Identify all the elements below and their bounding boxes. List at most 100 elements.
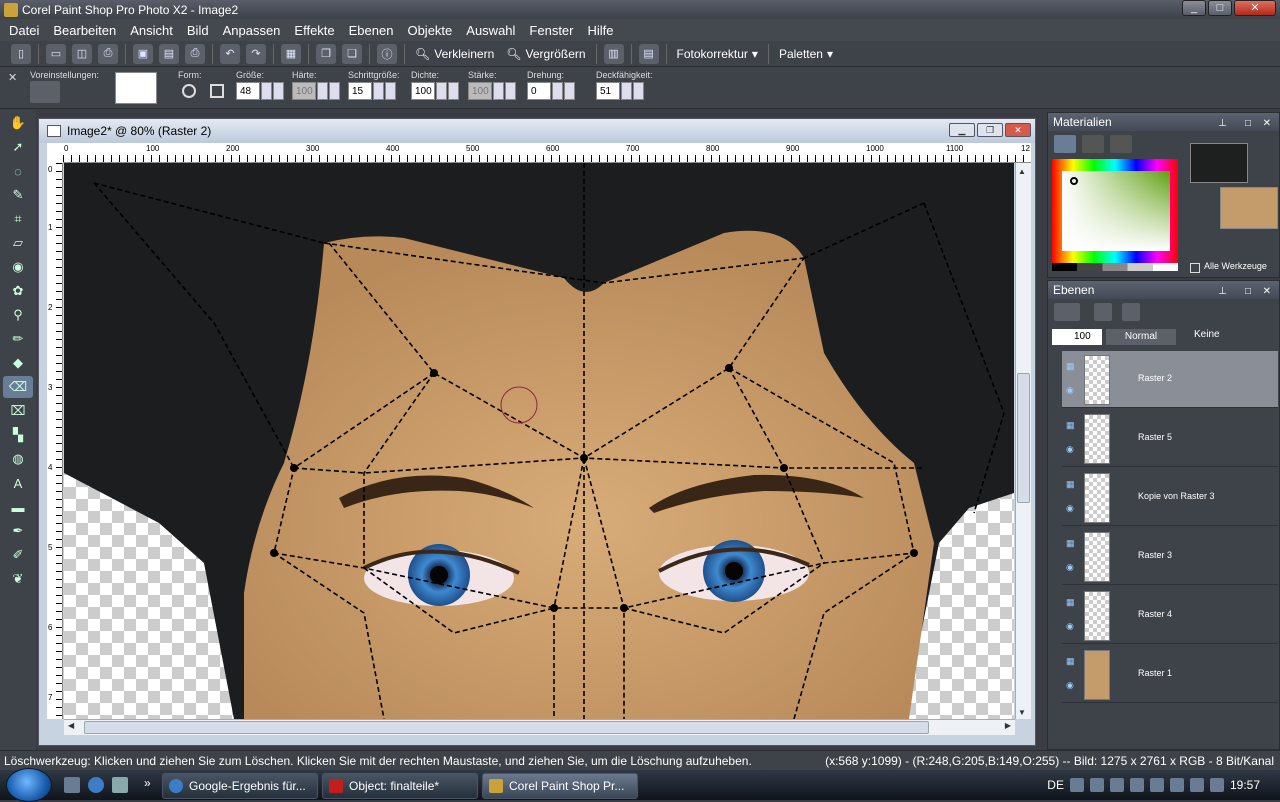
info-icon[interactable]: ⓘ: [377, 43, 397, 64]
new-file-icon[interactable]: ▯: [11, 43, 31, 64]
layer-mask-icon[interactable]: [1122, 303, 1140, 321]
layer-row[interactable]: ▦ ◉ Raster 1: [1062, 646, 1278, 703]
crop-tool-icon[interactable]: ⌗: [3, 208, 33, 230]
pin-icon[interactable]: ⊥: [1218, 115, 1227, 133]
blend-mode-dropdown[interactable]: Normal: [1106, 329, 1176, 345]
background-eraser-icon[interactable]: ⌧: [3, 400, 33, 422]
clone-tool-icon[interactable]: ⚲: [3, 304, 33, 326]
eye-icon[interactable]: ◉: [1066, 680, 1080, 690]
paint-brush-icon[interactable]: ✏: [3, 328, 33, 350]
density-spinner[interactable]: [436, 82, 447, 100]
palettes-dropdown[interactable]: Paletten ▾: [779, 47, 833, 61]
save-icon[interactable]: ▣: [133, 43, 153, 64]
taskbar-item[interactable]: Corel Paint Shop Pr...: [482, 773, 638, 799]
undo-icon[interactable]: ↶: [220, 43, 240, 64]
layer-opacity-field[interactable]: 100: [1052, 329, 1102, 345]
rotation-spinner[interactable]: [552, 82, 563, 100]
flood-fill-icon[interactable]: ▚: [3, 424, 33, 446]
image-canvas[interactable]: [64, 163, 1014, 719]
browse-icon[interactable]: ◫: [72, 43, 92, 64]
volume-icon[interactable]: [1209, 778, 1224, 792]
eye-icon[interactable]: ◉: [1066, 562, 1080, 572]
switch-windows-icon[interactable]: [112, 777, 128, 793]
menu-effekte[interactable]: Effekte: [294, 23, 334, 38]
square-shape-button[interactable]: [210, 84, 224, 98]
show-desktop-icon[interactable]: [64, 777, 80, 793]
layer-row[interactable]: ▦ ◉ Raster 2: [1062, 351, 1278, 408]
display-icon[interactable]: [1129, 778, 1144, 792]
print-icon[interactable]: ⎙: [185, 43, 205, 64]
background-swatch[interactable]: [1220, 187, 1278, 229]
eraser-preset-icon[interactable]: [30, 81, 60, 103]
menu-ansicht[interactable]: Ansicht: [130, 23, 173, 38]
new-layer-icon[interactable]: [1054, 303, 1080, 321]
menu-ebenen[interactable]: Ebenen: [349, 23, 394, 38]
lasso-tool-icon[interactable]: ◌: [3, 160, 33, 182]
battery-icon[interactable]: [1169, 778, 1184, 792]
makeover-tool-icon[interactable]: ✿: [3, 280, 33, 302]
preset-shape-icon[interactable]: ▬: [3, 496, 33, 518]
copy-icon[interactable]: ❐: [316, 43, 336, 64]
eraser-tool-icon[interactable]: ⌫: [3, 376, 33, 398]
quicklaunch-more-icon[interactable]: »: [144, 776, 151, 790]
pin-icon[interactable]: ⊥: [1218, 283, 1227, 301]
size-field[interactable]: 48: [236, 82, 260, 100]
eye-icon[interactable]: ◉: [1066, 621, 1080, 631]
clipboard-icon[interactable]: ▦: [281, 43, 301, 64]
pick-tool-icon[interactable]: ➚: [3, 136, 33, 158]
redo-icon[interactable]: ↷: [246, 43, 266, 64]
menu-objekte[interactable]: Objekte: [407, 23, 452, 38]
frame-tab-icon[interactable]: [1054, 135, 1076, 153]
menu-fenster[interactable]: Fenster: [529, 23, 573, 38]
foreground-swatch[interactable]: [1190, 143, 1248, 183]
vertical-scroll-thumb[interactable]: [1017, 373, 1030, 503]
minimize-button[interactable]: _: [1182, 0, 1206, 16]
maximize-button[interactable]: □: [1208, 0, 1232, 16]
close-icon[interactable]: ✕: [8, 71, 17, 84]
taskbar-item[interactable]: Google-Ergebnis für...: [162, 773, 318, 799]
usb-icon[interactable]: [1189, 778, 1204, 792]
layer-row[interactable]: ▦ ◉ Raster 3: [1062, 528, 1278, 585]
zoom-out-button[interactable]: 🔍︎ Verkleinern: [415, 47, 494, 61]
rotation-slider-button[interactable]: [564, 82, 575, 100]
size-slider-button[interactable]: [273, 82, 284, 100]
taskbar-item[interactable]: Object: finalteile*: [322, 773, 478, 799]
scan-icon[interactable]: ⎙: [98, 43, 118, 64]
horizontal-scroll-thumb[interactable]: [84, 721, 929, 734]
clock[interactable]: 19:57: [1230, 778, 1260, 792]
round-shape-button[interactable]: [182, 84, 196, 98]
menu-bild[interactable]: Bild: [187, 23, 209, 38]
layer-row[interactable]: ▦ ◉ Raster 5: [1062, 410, 1278, 467]
rotation-field[interactable]: 0: [527, 82, 551, 100]
window-layout-icon[interactable]: ▤: [638, 43, 659, 64]
start-button[interactable]: [6, 768, 52, 802]
opacity-field[interactable]: 51: [596, 82, 620, 100]
zoom-in-button[interactable]: 🔍︎ Vergrößern: [506, 47, 585, 61]
density-slider-button[interactable]: [448, 82, 459, 100]
opacity-spinner[interactable]: [621, 82, 632, 100]
layer-row[interactable]: ▦ ◉ Kopie von Raster 3: [1062, 469, 1278, 526]
density-field[interactable]: 100: [411, 82, 435, 100]
color-picker-marker[interactable]: [1070, 177, 1078, 185]
doc-close-button[interactable]: ✕: [1005, 123, 1031, 137]
messenger-icon[interactable]: [1109, 778, 1124, 792]
network-icon[interactable]: [1069, 778, 1084, 792]
close-button[interactable]: ✕: [1234, 0, 1276, 16]
opacity-slider-button[interactable]: [633, 82, 644, 100]
brush-tip-preview[interactable]: [115, 72, 157, 104]
color-replacer-icon[interactable]: ◍: [3, 448, 33, 470]
color-picker-square[interactable]: [1062, 171, 1170, 251]
swatches-tab-icon[interactable]: [1110, 135, 1132, 153]
delete-layer-icon[interactable]: [1094, 303, 1112, 321]
open-folder-icon[interactable]: ▭: [46, 43, 66, 64]
all-tools-checkbox[interactable]: [1190, 263, 1200, 273]
text-tool-icon[interactable]: A: [3, 472, 33, 494]
warp-brush-icon[interactable]: ✐: [3, 544, 33, 566]
screen-icon[interactable]: ▥: [603, 43, 624, 64]
dodge-tool-icon[interactable]: ◆: [3, 352, 33, 374]
eye-icon[interactable]: ◉: [1066, 503, 1080, 513]
maximize-icon[interactable]: □: [1245, 115, 1251, 133]
eye-icon[interactable]: ◉: [1066, 444, 1080, 454]
rainbow-tab-icon[interactable]: [1082, 135, 1104, 153]
step-slider-button[interactable]: [385, 82, 396, 100]
